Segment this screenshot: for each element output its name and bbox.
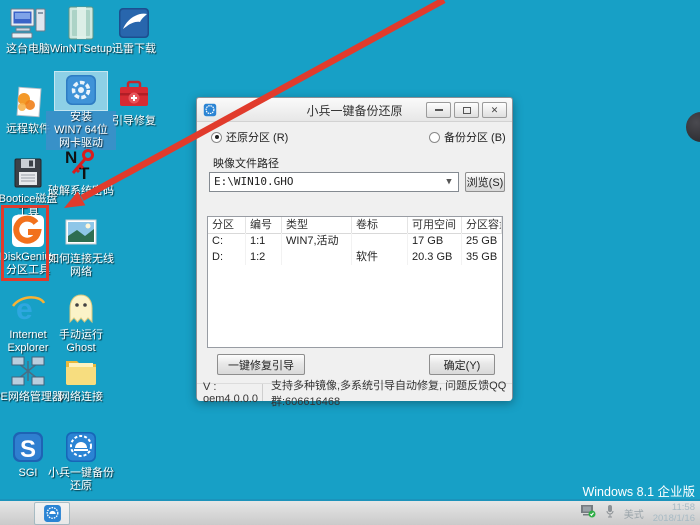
cell-volume-label: 软件 [352, 249, 408, 265]
svg-text:S: S [20, 436, 36, 463]
column-header[interactable]: 可用空间 [408, 217, 462, 234]
sgi-s-icon: S [2, 428, 54, 466]
input-language-indicator[interactable]: 美式 [624, 506, 644, 521]
radio-dot-icon [429, 132, 440, 143]
column-header[interactable]: 分区 [208, 217, 246, 234]
svg-text:N: N [65, 148, 77, 167]
radio-label: 还原分区 (R) [226, 129, 288, 145]
status-info-text: 支持多种镜像,多系统引导自动修复, 问题反馈QQ群:606616468 [263, 377, 512, 409]
backup-partition-radio[interactable]: 备份分区 (B) [429, 129, 506, 145]
table-row-d[interactable]: D: 1:2 软件 20.3 GB 35 GB [208, 249, 502, 265]
column-header[interactable]: 类型 [282, 217, 352, 234]
windows-watermark: Windows 8.1 企业版 [582, 481, 695, 500]
partition-list: 分区 编号 类型 卷标 可用空间 分区容量 C: 1:1 WIN7,活动 17 … [207, 216, 503, 348]
column-header[interactable]: 卷标 [352, 217, 408, 234]
desktop-icon-label: 引导修复 [99, 115, 169, 128]
thunder-bird-icon [108, 4, 160, 42]
desktop-icon-boot-repair[interactable]: 引导修复 [108, 76, 160, 128]
restore-partition-radio[interactable]: 还原分区 (R) [211, 129, 288, 145]
radio-dot-icon [211, 132, 222, 143]
partition-list-header[interactable]: 分区 编号 类型 卷标 可用空间 分区容量 [208, 217, 502, 233]
cell-type [282, 249, 352, 265]
desktop-icon-wireless-help[interactable]: 如何连接无线 网络 [55, 214, 107, 279]
network-status-icon[interactable] [580, 504, 596, 523]
desktop-icon-install-win7[interactable]: 安装 WIN7 64位 网卡驱动 [55, 72, 107, 150]
taskbar-clock[interactable]: 11:58 2018/1/16 [653, 502, 698, 525]
desktop-icon-label: 破解系统密码 [46, 185, 116, 198]
cell-type: WIN7,活动 [282, 233, 352, 249]
gear-install-icon [55, 72, 107, 110]
chat-bubble-button[interactable] [686, 112, 700, 142]
cell-free-space: 20.3 GB [408, 249, 462, 265]
close-icon: ✕ [491, 105, 499, 116]
cell-partition: D: [208, 249, 246, 265]
desktop-icon-xiaobing-backup[interactable]: 小兵一键备份 还原 [55, 428, 107, 493]
minimize-button[interactable] [426, 102, 451, 118]
taskbar-app-xiaobing[interactable] [34, 502, 70, 525]
ghost-icon [55, 290, 107, 328]
chevron-down-icon[interactable]: ▼ [442, 175, 456, 189]
network-diagram-icon [2, 352, 54, 390]
minimize-icon [435, 109, 443, 111]
image-path-label: 映像文件路径 [213, 155, 279, 171]
clock-time: 11:58 [672, 502, 695, 513]
cell-capacity: 35 GB [462, 249, 502, 265]
maximize-button[interactable] [454, 102, 479, 118]
backup-restore-dialog: 小兵一键备份还原 ✕ 还原分区 (R) 备份分区 (B) 映像文件路径 E:\W… [196, 97, 513, 400]
desktop-icon-label: 网络连接 [46, 391, 116, 404]
close-button[interactable]: ✕ [482, 102, 507, 118]
cell-number: 1:2 [246, 249, 282, 265]
cell-partition: C: [208, 233, 246, 249]
nt-key-icon: N T [55, 146, 107, 184]
cell-number: 1:1 [246, 233, 282, 249]
desktop-icon-label: 迅雷下载 [99, 43, 169, 56]
soldier-helmet-icon [43, 504, 62, 523]
red-highlight-rectangle [1, 205, 49, 281]
column-header[interactable]: 分区容量 [462, 217, 502, 234]
image-path-combobox[interactable]: E:\WIN10.GHO ▼ [209, 172, 459, 192]
taskbar: 美式 11:58 2018/1/16 [0, 499, 700, 525]
desktop-icon-network-connections[interactable]: 网络连接 [55, 352, 107, 404]
column-header[interactable]: 编号 [246, 217, 282, 234]
ok-button[interactable]: 确定(Y) [429, 354, 495, 375]
desktop-icon-thunder[interactable]: 迅雷下载 [108, 4, 160, 56]
desktop-icon-label: 小兵一键备份 还原 [46, 467, 116, 493]
desktop-icon-label: 如何连接无线 网络 [46, 253, 116, 279]
repair-boot-button[interactable]: 一键修复引导 [217, 354, 305, 375]
desktop-icon-manual-ghost[interactable]: 手动运行 Ghost [55, 290, 107, 355]
radio-label: 备份分区 (B) [444, 129, 506, 145]
photo-icon [55, 214, 107, 252]
desktop-icon-nt-password[interactable]: N T 破解系统密码 [55, 146, 107, 198]
image-path-value: E:\WIN10.GHO [214, 175, 293, 188]
soldier-helmet-icon [55, 428, 107, 466]
toolbox-icon [108, 76, 160, 114]
cell-volume-label [352, 233, 408, 249]
ie-icon: e [2, 290, 54, 328]
cell-capacity: 25 GB [462, 233, 502, 249]
folder-icon [55, 352, 107, 390]
table-row-c[interactable]: C: 1:1 WIN7,活动 17 GB 25 GB [208, 233, 502, 249]
version-text: V : oem4.0.0.0 [197, 384, 263, 401]
clock-date: 2018/1/16 [653, 513, 695, 524]
system-tray: 美式 11:58 2018/1/16 [580, 501, 698, 525]
browse-button[interactable]: 浏览(S) [465, 172, 505, 192]
dialog-statusbar: V : oem4.0.0.0 支持多种镜像,多系统引导自动修复, 问题反馈QQ群… [197, 383, 512, 401]
computer-icon [2, 4, 54, 42]
installer-box-icon [55, 4, 107, 42]
maximize-icon [463, 107, 471, 114]
dialog-titlebar[interactable]: 小兵一键备份还原 ✕ [197, 98, 512, 122]
input-device-icon[interactable] [605, 504, 615, 523]
cell-free-space: 17 GB [408, 233, 462, 249]
